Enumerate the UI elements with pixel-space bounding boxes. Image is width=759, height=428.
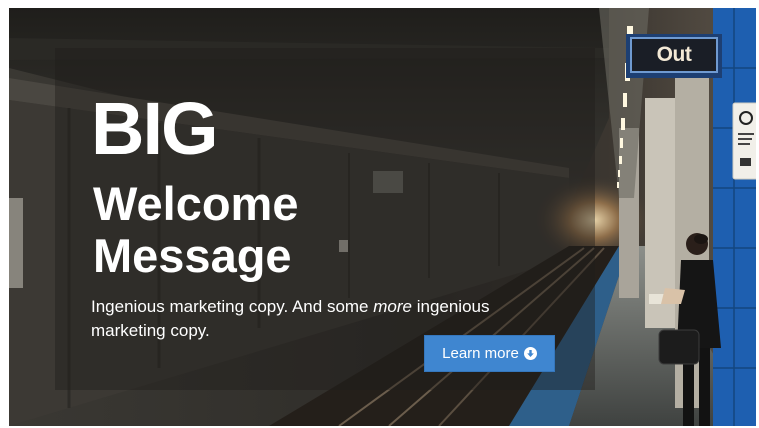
tagline-emphasis: more [373, 297, 412, 316]
headline-line-welcome: Welcome [93, 177, 299, 230]
arrow-circle-down-icon [523, 347, 537, 360]
out-sign: Out [656, 43, 692, 66]
learn-more-button[interactable]: Learn more [424, 335, 555, 372]
learn-more-label: Learn more [442, 345, 519, 362]
headline-line-message: Message [93, 229, 292, 282]
page-frame: Out BIG Welcome Message Ingenious marketi… [0, 0, 759, 428]
hero-headline-big: BIG [91, 87, 219, 170]
tagline-part-1: Ingenious marketing copy. And some [91, 297, 374, 316]
hero-banner: Out BIG Welcome Message Ingenious marketi… [9, 8, 756, 426]
hero-headline-welcome-message: Welcome Message [93, 178, 413, 282]
